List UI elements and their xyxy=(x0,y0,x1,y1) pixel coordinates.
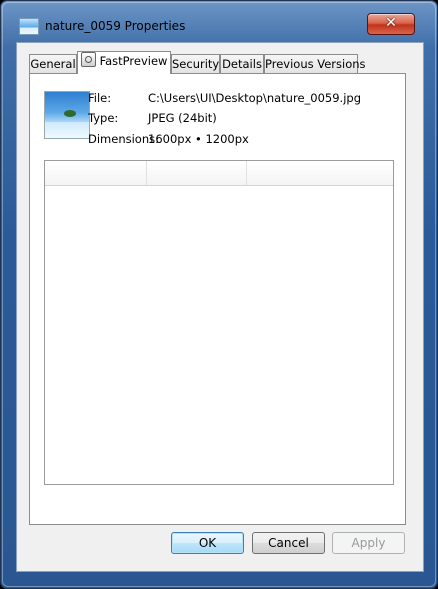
image-thumbnail xyxy=(44,91,90,139)
list-column-header[interactable] xyxy=(247,161,393,185)
file-label: File: xyxy=(88,91,112,105)
dimensions-value: 1600px • 1200px xyxy=(148,132,249,146)
tab-general-label: General xyxy=(30,57,76,71)
preview-list[interactable] xyxy=(44,160,394,485)
fastpreview-icon xyxy=(80,52,96,67)
tab-details-label: Details xyxy=(222,57,262,71)
title-bar[interactable]: nature_0059 Properties ✕ xyxy=(1,1,437,37)
cancel-button[interactable]: Cancel xyxy=(252,532,325,554)
list-column-header[interactable] xyxy=(45,161,147,185)
tab-previous-versions-label: Previous Versions xyxy=(265,57,366,71)
close-icon: ✕ xyxy=(385,15,397,31)
fastpreview-panel: File: C:\Users\UI\Desktop\nature_0059.jp… xyxy=(29,73,406,525)
thumbnail-ground xyxy=(45,122,89,138)
close-button[interactable]: ✕ xyxy=(367,13,415,35)
dialog-client-area: General FastPreview Security Details Pre… xyxy=(16,42,424,572)
tab-fastpreview-label: FastPreview xyxy=(99,54,168,68)
list-column-header[interactable] xyxy=(147,161,247,185)
tab-general[interactable]: General xyxy=(29,54,77,73)
file-path-value: C:\Users\UI\Desktop\nature_0059.jpg xyxy=(148,91,361,105)
tab-security[interactable]: Security xyxy=(171,54,220,73)
tab-fastpreview[interactable]: FastPreview xyxy=(77,51,171,74)
ok-button[interactable]: OK xyxy=(171,532,244,554)
type-label: Type: xyxy=(88,111,119,125)
list-header xyxy=(45,161,393,186)
tab-details[interactable]: Details xyxy=(220,54,264,73)
image-file-icon xyxy=(19,18,39,35)
apply-button[interactable]: Apply xyxy=(332,532,405,554)
window-title: nature_0059 Properties xyxy=(45,19,186,33)
properties-window: nature_0059 Properties ✕ General FastPre… xyxy=(0,0,438,589)
type-value: JPEG (24bit) xyxy=(148,111,217,125)
thumbnail-tree xyxy=(64,110,76,117)
tab-previous-versions[interactable]: Previous Versions xyxy=(264,54,366,73)
tab-security-label: Security xyxy=(172,57,220,71)
